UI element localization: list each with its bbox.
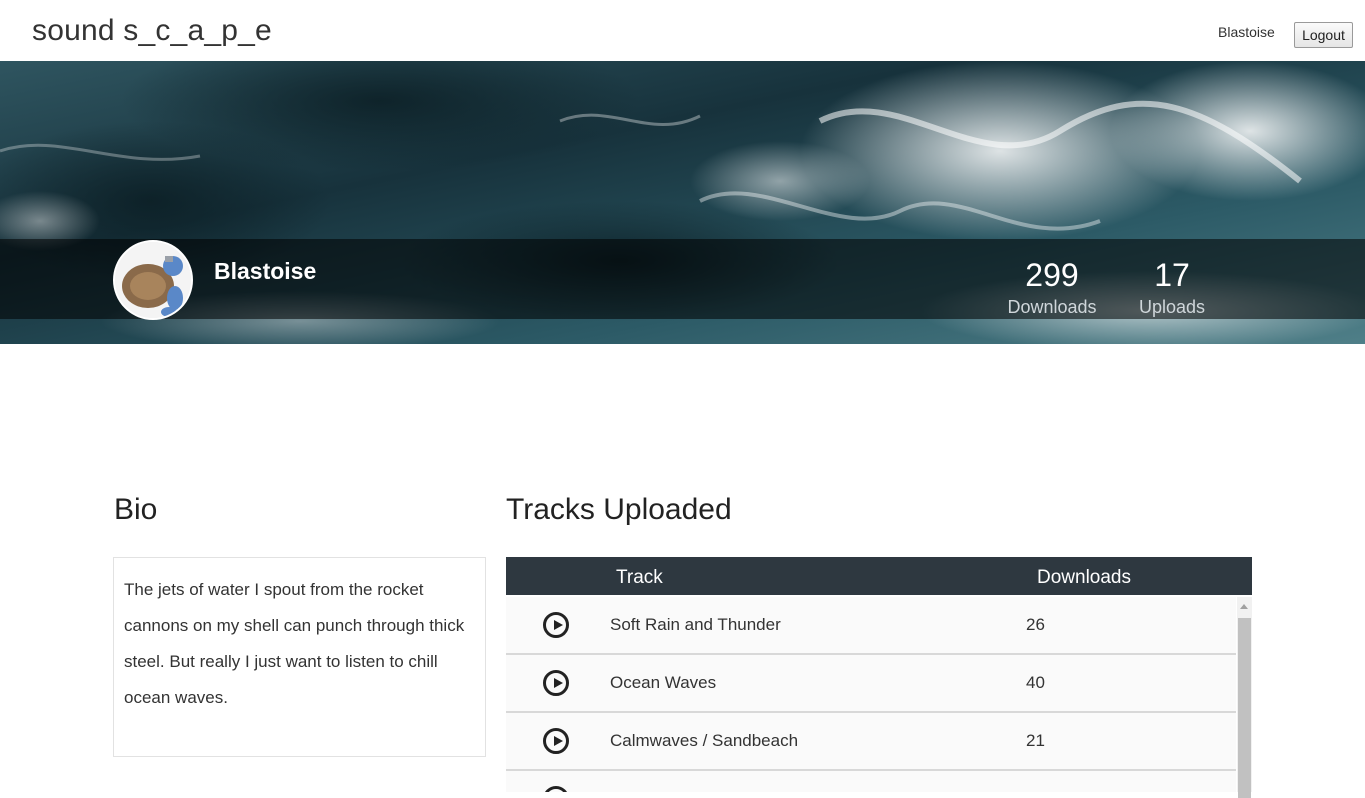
bio-box: The jets of water I spout from the rocke… — [113, 557, 486, 757]
play-icon[interactable] — [543, 670, 569, 696]
brand-logo[interactable]: sound s_c_a_p_e — [32, 14, 272, 48]
table-row[interactable]: Soft Rain and Thunder 26 — [506, 597, 1236, 656]
uploads-count: 17 — [1154, 257, 1190, 293]
track-name: Ocean Waves — [610, 673, 717, 692]
blastoise-avatar-image — [115, 242, 191, 318]
downloads-label: Downloads — [1007, 297, 1097, 317]
bio-text: The jets of water I spout from the rocke… — [124, 580, 465, 707]
tracks-table-header: Track Downloads — [506, 557, 1252, 595]
scrollbar-thumb[interactable] — [1238, 618, 1251, 798]
profile-hero-banner: Blastoise 299 Downloads 17 Uploads — [0, 61, 1365, 344]
tracks-scrollbar[interactable] — [1237, 597, 1252, 798]
play-icon[interactable] — [543, 728, 569, 754]
bio-heading: Bio — [114, 493, 158, 526]
column-header-track[interactable]: Track — [616, 567, 663, 589]
tracks-table-body[interactable]: Soft Rain and Thunder 26 Ocean Waves 40 … — [506, 597, 1236, 792]
column-header-downloads[interactable]: Downloads — [1037, 567, 1131, 589]
track-downloads: 26 — [1026, 615, 1045, 634]
track-downloads: 21 — [1026, 731, 1045, 750]
play-icon[interactable] — [543, 612, 569, 638]
uploads-label: Uploads — [1138, 297, 1206, 317]
downloads-count: 299 — [1025, 257, 1079, 293]
tracks-heading: Tracks Uploaded — [506, 493, 732, 526]
play-icon[interactable] — [543, 786, 569, 792]
profile-name: Blastoise — [214, 258, 317, 284]
scroll-up-arrow-icon[interactable] — [1240, 604, 1248, 609]
table-row[interactable]: Ocean Waves 40 — [506, 655, 1236, 714]
profile-avatar[interactable] — [113, 240, 193, 320]
track-downloads: 40 — [1026, 673, 1045, 692]
track-name: Soft Rain and Thunder — [610, 615, 781, 634]
track-name: Calmwaves / Sandbeach — [610, 731, 799, 750]
top-navbar: sound s_c_a_p_e Blastoise Logout — [0, 0, 1365, 61]
table-row[interactable]: Calmwaves / Sandbeach 21 — [506, 713, 1236, 772]
logout-button[interactable]: Logout — [1294, 22, 1353, 48]
table-row[interactable] — [506, 771, 1236, 792]
nav-username[interactable]: Blastoise — [1218, 24, 1275, 40]
